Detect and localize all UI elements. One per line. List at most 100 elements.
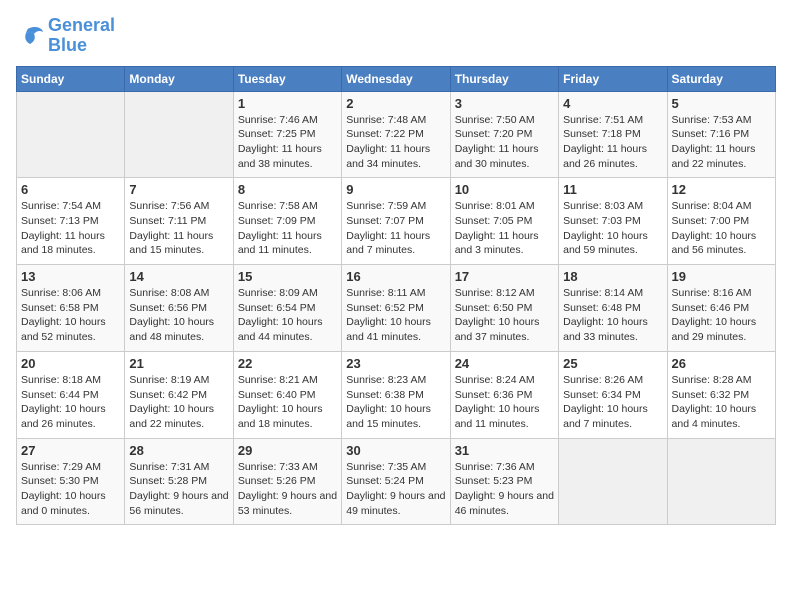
calendar-cell: 14 Sunrise: 8:08 AM Sunset: 6:56 PM Dayli… bbox=[125, 265, 233, 352]
day-info: Sunrise: 7:48 AM Sunset: 7:22 PM Dayligh… bbox=[346, 113, 445, 172]
calendar-cell: 17 Sunrise: 8:12 AM Sunset: 6:50 PM Dayli… bbox=[450, 265, 558, 352]
day-number: 4 bbox=[563, 96, 662, 111]
day-number: 25 bbox=[563, 356, 662, 371]
day-info: Sunrise: 8:21 AM Sunset: 6:40 PM Dayligh… bbox=[238, 373, 337, 432]
day-number: 19 bbox=[672, 269, 771, 284]
weekday-header: Saturday bbox=[667, 66, 775, 91]
calendar-cell: 16 Sunrise: 8:11 AM Sunset: 6:52 PM Dayli… bbox=[342, 265, 450, 352]
calendar-cell: 20 Sunrise: 8:18 AM Sunset: 6:44 PM Dayli… bbox=[17, 351, 125, 438]
calendar-cell: 13 Sunrise: 8:06 AM Sunset: 6:58 PM Dayli… bbox=[17, 265, 125, 352]
day-info: Sunrise: 7:56 AM Sunset: 7:11 PM Dayligh… bbox=[129, 199, 228, 258]
day-number: 10 bbox=[455, 182, 554, 197]
day-info: Sunrise: 8:03 AM Sunset: 7:03 PM Dayligh… bbox=[563, 199, 662, 258]
day-number: 30 bbox=[346, 443, 445, 458]
calendar-cell: 15Sunrise: 8:09 AM Sunset: 6:54 PM Dayli… bbox=[233, 265, 341, 352]
day-info: Sunrise: 8:08 AM Sunset: 6:56 PM Dayligh… bbox=[129, 286, 228, 345]
day-info: Sunrise: 8:12 AM Sunset: 6:50 PM Dayligh… bbox=[455, 286, 554, 345]
calendar-cell: 7 Sunrise: 7:56 AM Sunset: 7:11 PM Daylig… bbox=[125, 178, 233, 265]
weekday-header: Tuesday bbox=[233, 66, 341, 91]
day-info: Sunrise: 7:50 AM Sunset: 7:20 PM Dayligh… bbox=[455, 113, 554, 172]
day-number: 23 bbox=[346, 356, 445, 371]
day-info: Sunrise: 7:36 AM Sunset: 5:23 PM Dayligh… bbox=[455, 460, 554, 519]
day-number: 2 bbox=[346, 96, 445, 111]
day-number: 1 bbox=[238, 96, 337, 111]
day-number: 5 bbox=[672, 96, 771, 111]
logo-text: General Blue bbox=[48, 16, 115, 56]
day-number: 22 bbox=[238, 356, 337, 371]
day-info: Sunrise: 7:29 AM Sunset: 5:30 PM Dayligh… bbox=[21, 460, 120, 519]
calendar-week-row: 1 Sunrise: 7:46 AM Sunset: 7:25 PM Daylig… bbox=[17, 91, 776, 178]
calendar-cell: 1 Sunrise: 7:46 AM Sunset: 7:25 PM Daylig… bbox=[233, 91, 341, 178]
day-info: Sunrise: 7:54 AM Sunset: 7:13 PM Dayligh… bbox=[21, 199, 120, 258]
weekday-header: Wednesday bbox=[342, 66, 450, 91]
calendar-cell: 22 Sunrise: 8:21 AM Sunset: 6:40 PM Dayli… bbox=[233, 351, 341, 438]
day-number: 21 bbox=[129, 356, 228, 371]
calendar-cell: 3Sunrise: 7:50 AM Sunset: 7:20 PM Daylig… bbox=[450, 91, 558, 178]
calendar-cell: 9Sunrise: 7:59 AM Sunset: 7:07 PM Daylig… bbox=[342, 178, 450, 265]
calendar-week-row: 27 Sunrise: 7:29 AM Sunset: 5:30 PM Dayli… bbox=[17, 438, 776, 525]
day-number: 27 bbox=[21, 443, 120, 458]
calendar-cell: 18 Sunrise: 8:14 AM Sunset: 6:48 PM Dayli… bbox=[559, 265, 667, 352]
day-number: 12 bbox=[672, 182, 771, 197]
calendar-cell: 19 Sunrise: 8:16 AM Sunset: 6:46 PM Dayli… bbox=[667, 265, 775, 352]
calendar-cell: 31 Sunrise: 7:36 AM Sunset: 5:23 PM Dayli… bbox=[450, 438, 558, 525]
day-number: 13 bbox=[21, 269, 120, 284]
calendar-cell: 11Sunrise: 8:03 AM Sunset: 7:03 PM Dayli… bbox=[559, 178, 667, 265]
day-number: 7 bbox=[129, 182, 228, 197]
calendar-cell bbox=[17, 91, 125, 178]
day-number: 8 bbox=[238, 182, 337, 197]
day-number: 20 bbox=[21, 356, 120, 371]
day-info: Sunrise: 8:16 AM Sunset: 6:46 PM Dayligh… bbox=[672, 286, 771, 345]
day-info: Sunrise: 8:18 AM Sunset: 6:44 PM Dayligh… bbox=[21, 373, 120, 432]
calendar-cell: 21 Sunrise: 8:19 AM Sunset: 6:42 PM Dayli… bbox=[125, 351, 233, 438]
calendar-cell: 23Sunrise: 8:23 AM Sunset: 6:38 PM Dayli… bbox=[342, 351, 450, 438]
weekday-header: Monday bbox=[125, 66, 233, 91]
day-number: 16 bbox=[346, 269, 445, 284]
day-info: Sunrise: 8:19 AM Sunset: 6:42 PM Dayligh… bbox=[129, 373, 228, 432]
day-number: 29 bbox=[238, 443, 337, 458]
day-number: 26 bbox=[672, 356, 771, 371]
calendar-week-row: 13 Sunrise: 8:06 AM Sunset: 6:58 PM Dayli… bbox=[17, 265, 776, 352]
calendar-week-row: 6 Sunrise: 7:54 AM Sunset: 7:13 PM Daylig… bbox=[17, 178, 776, 265]
calendar-cell bbox=[559, 438, 667, 525]
calendar-week-row: 20 Sunrise: 8:18 AM Sunset: 6:44 PM Dayli… bbox=[17, 351, 776, 438]
day-info: Sunrise: 7:51 AM Sunset: 7:18 PM Dayligh… bbox=[563, 113, 662, 172]
day-number: 17 bbox=[455, 269, 554, 284]
day-info: Sunrise: 8:28 AM Sunset: 6:32 PM Dayligh… bbox=[672, 373, 771, 432]
day-info: Sunrise: 8:01 AM Sunset: 7:05 PM Dayligh… bbox=[455, 199, 554, 258]
day-number: 6 bbox=[21, 182, 120, 197]
day-number: 31 bbox=[455, 443, 554, 458]
weekday-header: Thursday bbox=[450, 66, 558, 91]
day-info: Sunrise: 8:11 AM Sunset: 6:52 PM Dayligh… bbox=[346, 286, 445, 345]
day-info: Sunrise: 7:46 AM Sunset: 7:25 PM Dayligh… bbox=[238, 113, 337, 172]
day-info: Sunrise: 7:35 AM Sunset: 5:24 PM Dayligh… bbox=[346, 460, 445, 519]
calendar-cell: 12Sunrise: 8:04 AM Sunset: 7:00 PM Dayli… bbox=[667, 178, 775, 265]
day-info: Sunrise: 8:06 AM Sunset: 6:58 PM Dayligh… bbox=[21, 286, 120, 345]
calendar-cell: 26 Sunrise: 8:28 AM Sunset: 6:32 PM Dayli… bbox=[667, 351, 775, 438]
calendar-cell: 8 Sunrise: 7:58 AM Sunset: 7:09 PM Daylig… bbox=[233, 178, 341, 265]
weekday-header: Sunday bbox=[17, 66, 125, 91]
day-info: Sunrise: 7:58 AM Sunset: 7:09 PM Dayligh… bbox=[238, 199, 337, 258]
day-number: 24 bbox=[455, 356, 554, 371]
calendar-cell: 6 Sunrise: 7:54 AM Sunset: 7:13 PM Daylig… bbox=[17, 178, 125, 265]
calendar-cell: 24Sunrise: 8:24 AM Sunset: 6:36 PM Dayli… bbox=[450, 351, 558, 438]
day-number: 28 bbox=[129, 443, 228, 458]
day-number: 18 bbox=[563, 269, 662, 284]
page-header: General Blue bbox=[16, 16, 776, 56]
calendar-cell: 10 Sunrise: 8:01 AM Sunset: 7:05 PM Dayli… bbox=[450, 178, 558, 265]
day-number: 14 bbox=[129, 269, 228, 284]
day-info: Sunrise: 8:14 AM Sunset: 6:48 PM Dayligh… bbox=[563, 286, 662, 345]
logo: General Blue bbox=[16, 16, 115, 56]
day-info: Sunrise: 8:26 AM Sunset: 6:34 PM Dayligh… bbox=[563, 373, 662, 432]
weekday-header: Friday bbox=[559, 66, 667, 91]
calendar-cell: 25 Sunrise: 8:26 AM Sunset: 6:34 PM Dayli… bbox=[559, 351, 667, 438]
calendar-cell: 27 Sunrise: 7:29 AM Sunset: 5:30 PM Dayli… bbox=[17, 438, 125, 525]
calendar-cell: 4 Sunrise: 7:51 AM Sunset: 7:18 PM Daylig… bbox=[559, 91, 667, 178]
day-info: Sunrise: 7:59 AM Sunset: 7:07 PM Dayligh… bbox=[346, 199, 445, 258]
calendar-cell bbox=[667, 438, 775, 525]
calendar-table: SundayMondayTuesdayWednesdayThursdayFrid… bbox=[16, 66, 776, 526]
day-number: 15 bbox=[238, 269, 337, 284]
calendar-cell: 28Sunrise: 7:31 AM Sunset: 5:28 PM Dayli… bbox=[125, 438, 233, 525]
calendar-cell: 29Sunrise: 7:33 AM Sunset: 5:26 PM Dayli… bbox=[233, 438, 341, 525]
calendar-cell: 2 Sunrise: 7:48 AM Sunset: 7:22 PM Daylig… bbox=[342, 91, 450, 178]
